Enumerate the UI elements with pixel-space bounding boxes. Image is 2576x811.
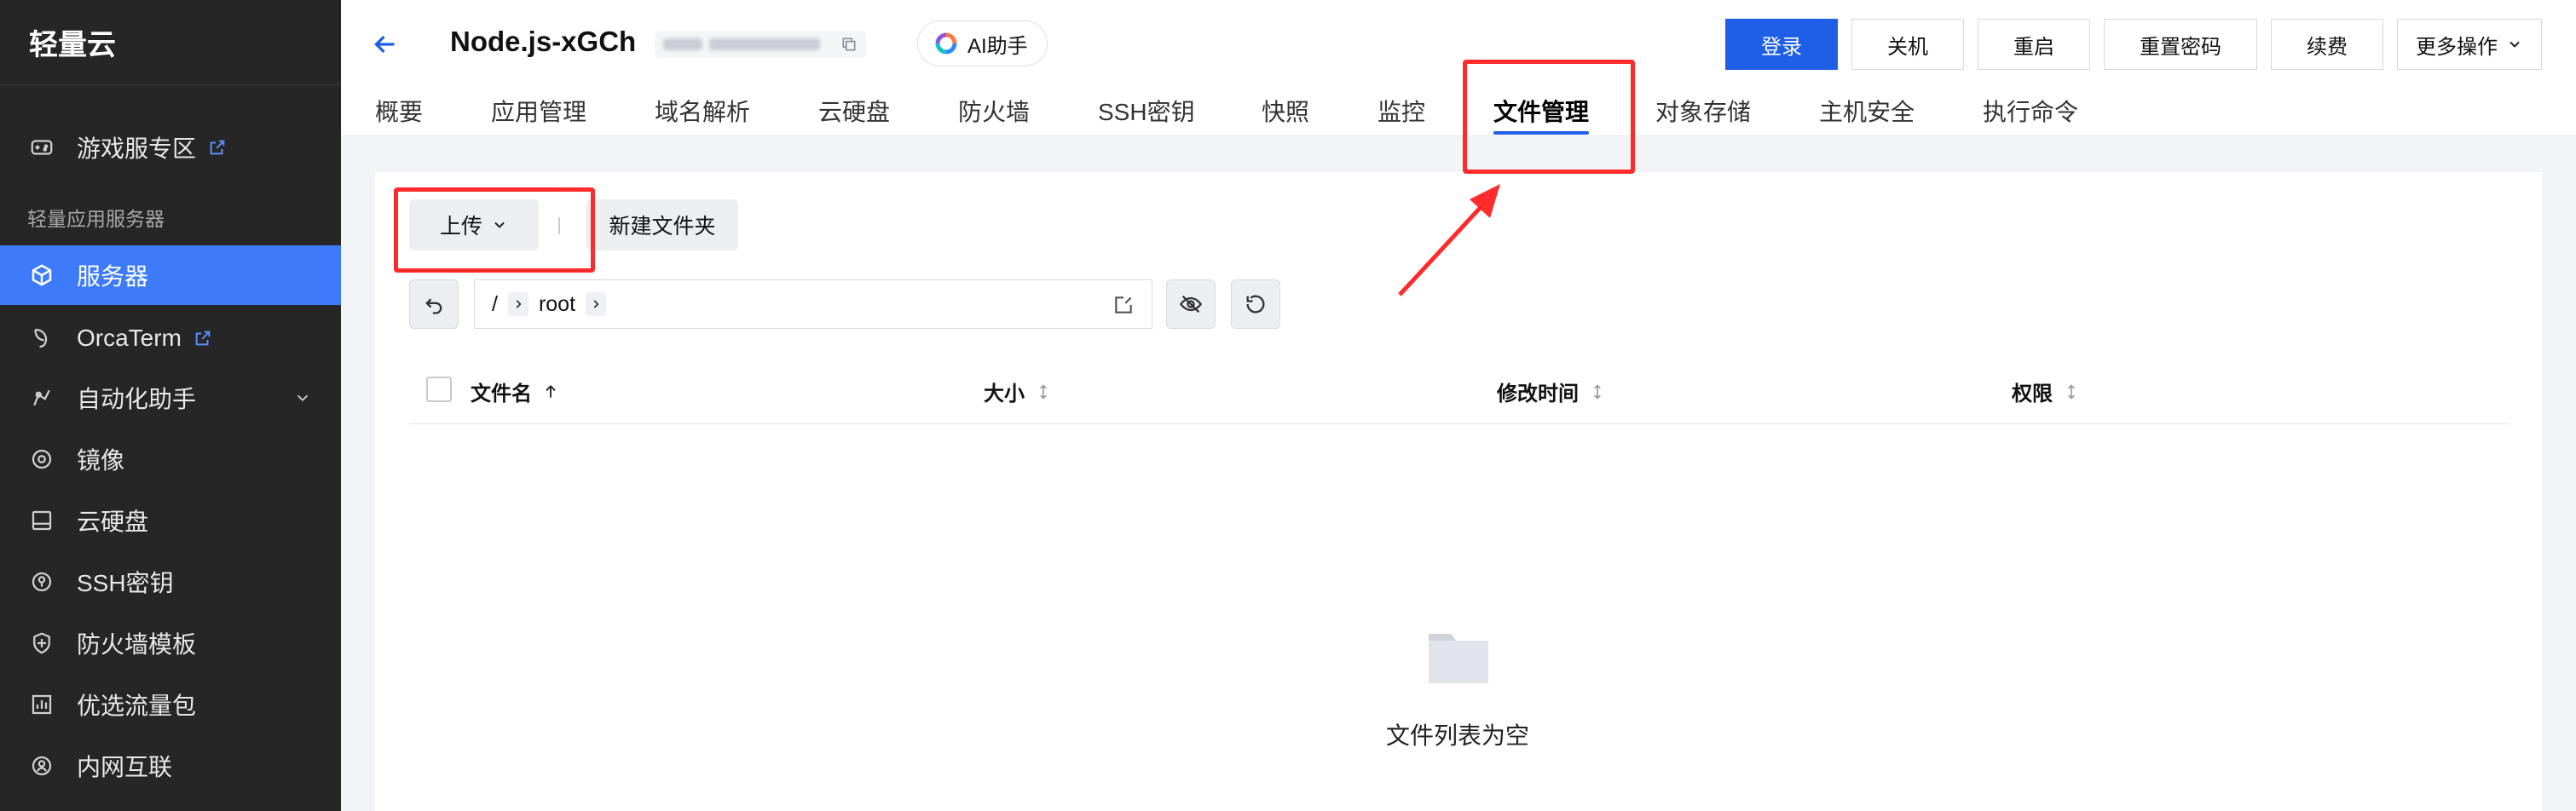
column-label: 修改时间 xyxy=(1497,382,1579,406)
traffic-icon xyxy=(27,690,56,719)
brand-title: 轻量云 xyxy=(0,0,341,85)
column-permissions[interactable]: 权限 xyxy=(2012,377,2080,406)
disk-icon xyxy=(27,506,56,535)
chevron-down-icon xyxy=(297,394,309,402)
renew-button[interactable]: 续费 xyxy=(2271,19,2383,70)
tab-snapshots[interactable]: 快照 xyxy=(1262,94,1309,128)
login-button[interactable]: 登录 xyxy=(1725,19,1838,70)
sort-icon xyxy=(1594,383,1601,400)
ai-assistant-button[interactable]: AI助手 xyxy=(917,20,1048,66)
sort-icon xyxy=(1040,383,1047,400)
sidebar-item-label: 防火墙模板 xyxy=(77,631,197,658)
column-label: 大小 xyxy=(984,382,1025,406)
instance-title: Node.js-xGCh xyxy=(450,26,637,57)
tab-host-security[interactable]: 主机安全 xyxy=(1819,94,1915,128)
chevron-right-icon[interactable] xyxy=(507,292,528,316)
sort-icon xyxy=(2068,383,2075,400)
sidebar-item-images[interactable]: 镜像 xyxy=(0,429,341,489)
column-modified-time[interactable]: 修改时间 xyxy=(1497,377,1606,406)
tab-app-management[interactable]: 应用管理 xyxy=(491,94,586,128)
sidebar-item-label: 云硬盘 xyxy=(77,509,149,535)
annotation-arrow-icon xyxy=(1398,184,1500,296)
refresh-button[interactable] xyxy=(1231,279,1280,329)
tab-dns[interactable]: 域名解析 xyxy=(655,94,750,128)
sidebar-item-servers[interactable]: 服务器 xyxy=(0,245,341,305)
file-table-header: 文件名 大小 修改时间 权限 xyxy=(409,368,2510,424)
tab-run-command[interactable]: 执行命令 xyxy=(1983,94,2078,128)
column-filename[interactable]: 文件名 xyxy=(471,377,559,406)
sidebar-item-label: 镜像 xyxy=(77,447,125,474)
shield-icon xyxy=(27,629,56,658)
sort-ascending-icon xyxy=(546,384,556,398)
tab-ssh-keys[interactable]: SSH密钥 xyxy=(1098,94,1195,128)
sidebar-group-label: 轻量应用服务器 xyxy=(27,208,165,230)
back-arrow-icon[interactable] xyxy=(370,29,401,60)
network-icon xyxy=(27,751,56,780)
ai-sparkle-icon xyxy=(935,32,957,55)
sidebar-item-label: 自动化助手 xyxy=(77,386,197,412)
path-segment-root[interactable]: root xyxy=(539,292,575,317)
more-actions-button[interactable]: 更多操作 xyxy=(2397,19,2542,70)
sidebar-item-cloud-disk[interactable]: 云硬盘 xyxy=(0,491,341,550)
tab-firewall[interactable]: 防火墙 xyxy=(958,94,1030,128)
new-folder-button[interactable]: 新建文件夹 xyxy=(586,199,738,250)
undo-icon xyxy=(425,298,442,314)
external-link-icon xyxy=(210,140,225,155)
sidebar-item-label: 优选流量包 xyxy=(77,693,197,719)
toggle-hidden-button[interactable] xyxy=(1166,279,1216,329)
chevron-right-icon[interactable] xyxy=(586,292,607,316)
image-icon xyxy=(27,445,56,474)
gamepad-icon xyxy=(27,133,56,162)
tab-object-storage[interactable]: 对象存储 xyxy=(1655,94,1751,128)
orca-icon xyxy=(27,324,56,353)
refresh-icon xyxy=(1246,295,1265,313)
tab-monitoring[interactable]: 监控 xyxy=(1378,94,1425,128)
shutdown-button[interactable]: 关机 xyxy=(1851,19,1964,70)
more-actions-label: 更多操作 xyxy=(2416,35,2498,59)
column-label: 权限 xyxy=(2012,382,2053,406)
key-icon xyxy=(27,567,56,596)
column-label: 文件名 xyxy=(471,382,532,406)
sidebar-item-label: 内网互联 xyxy=(77,754,173,780)
path-root[interactable]: / xyxy=(492,292,498,317)
sidebar-item-firewall-templates[interactable]: 防火墙模板 xyxy=(0,613,341,673)
restart-button[interactable]: 重启 xyxy=(1978,19,2090,70)
instance-ip-redacted xyxy=(655,31,866,58)
undo-button[interactable] xyxy=(409,279,459,329)
chevron-down-icon xyxy=(2510,41,2520,48)
sidebar-item-label: 游戏服专区 xyxy=(77,135,197,162)
external-link-icon xyxy=(195,331,211,346)
automation-icon xyxy=(27,383,56,412)
sidebar-item-traffic-packages[interactable]: 优选流量包 xyxy=(0,675,341,734)
cube-icon xyxy=(27,261,56,290)
empty-state-text: 文件列表为空 xyxy=(1385,722,1529,749)
sidebar-item-label: OrcaTerm xyxy=(77,325,182,351)
instance-header: Node.js-xGCh AI助手 登录 关机 重启 重置密码 续费 更多操作 … xyxy=(341,0,2576,136)
tab-cloud-disk[interactable]: 云硬盘 xyxy=(818,94,890,128)
copy-icon[interactable] xyxy=(840,36,858,53)
eye-off-icon xyxy=(1179,295,1203,313)
annotation-highlight-file-tab xyxy=(1463,60,1635,174)
sidebar-item-automation[interactable]: 自动化助手 xyxy=(0,368,341,428)
sidebar-item-game-servers[interactable]: 游戏服专区 xyxy=(0,118,341,177)
empty-folder-icon xyxy=(1429,634,1488,683)
sidebar-item-orcaterm[interactable]: OrcaTerm xyxy=(0,308,341,368)
annotation-highlight-upload xyxy=(394,187,595,273)
sidebar-item-label: SSH密钥 xyxy=(77,570,174,596)
column-size[interactable]: 大小 xyxy=(984,377,1052,406)
sidebar: 轻量云 游戏服专区 轻量应用服务器 服务器 OrcaTerm 自动化助手 镜像 xyxy=(0,0,341,811)
edit-icon[interactable] xyxy=(1112,294,1135,316)
tab-overview[interactable]: 概要 xyxy=(375,94,423,128)
sidebar-item-label: 服务器 xyxy=(77,263,149,290)
select-all-checkbox[interactable] xyxy=(426,377,452,402)
reset-password-button[interactable]: 重置密码 xyxy=(2104,19,2257,70)
ai-assistant-label: AI助手 xyxy=(967,34,1028,58)
sidebar-item-intranet[interactable]: 内网互联 xyxy=(0,736,341,796)
sidebar-item-ssh-keys[interactable]: SSH密钥 xyxy=(0,552,341,612)
path-breadcrumb[interactable]: / root xyxy=(474,279,1152,329)
